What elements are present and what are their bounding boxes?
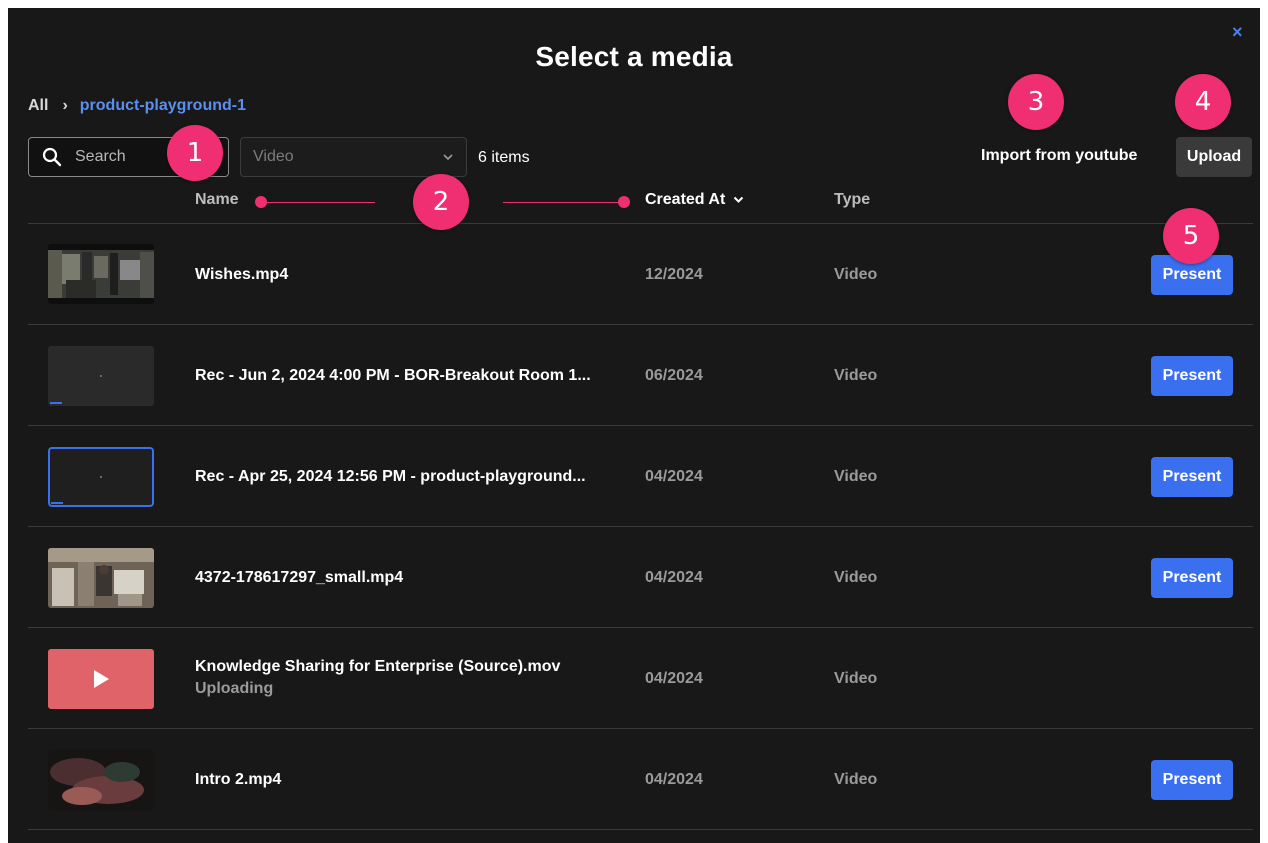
type-filter-select[interactable]: Video [240,137,467,177]
select-media-modal: × Select a media All › product-playgroun… [8,8,1260,843]
media-created-date: 04/2024 [645,468,703,485]
thumbnail [48,548,154,608]
thumbnail [48,447,154,507]
present-button[interactable]: Present [1151,457,1233,497]
search-icon [41,146,63,168]
media-name: Wishes.mp4 [195,266,289,283]
upload-status: Uploading [195,680,274,697]
media-name: Knowledge Sharing for Enterprise (Source… [195,658,561,675]
chevron-right-icon: › [62,97,68,114]
media-created-date: 04/2024 [645,771,703,788]
media-created-date: 04/2024 [645,670,703,687]
modal-title: Select a media [535,41,733,72]
table-row[interactable]: Intro 2.mp4 04/2024 Video Present [28,729,1253,830]
table-row[interactable]: Wishes.mp4 12/2024 Video Present [28,224,1253,325]
breadcrumb-root[interactable]: All [28,97,48,115]
present-button[interactable]: Present [1151,356,1233,396]
media-type: Video [834,468,878,485]
import-from-youtube-button[interactable]: Import from youtube [981,147,1137,165]
table-row[interactable]: Rec - Jun 2, 2024 4:00 PM - BOR-Breakout… [28,325,1253,426]
thumbnail [48,750,154,810]
media-type: Video [834,569,878,586]
media-name: 4372-178617297_small.mp4 [195,569,404,586]
annotation-marker-3: 3 [1008,74,1064,130]
thumbnail [48,244,154,304]
media-type: Video [834,367,878,384]
breadcrumb-current[interactable]: product-playground-1 [80,97,246,115]
media-created-date: 04/2024 [645,569,703,586]
thumbnail [48,649,154,709]
media-type: Video [834,266,878,283]
media-created-date: 06/2024 [645,367,703,384]
present-button[interactable]: Present [1151,760,1233,800]
table-row[interactable]: Knowledge Sharing for Enterprise (Source… [28,628,1253,729]
chevron-down-icon [442,151,454,163]
annotation-marker-4: 4 [1175,74,1231,130]
column-header-created-at[interactable]: Created At [645,191,745,209]
column-header-name[interactable]: Name [195,191,239,209]
media-name: Rec - Apr 25, 2024 12:56 PM - product-pl… [195,468,586,485]
table-row[interactable]: Rec - Apr 25, 2024 12:56 PM - product-pl… [28,426,1253,527]
item-count: 6 items [478,149,530,166]
media-name: Intro 2.mp4 [195,771,282,788]
annotation-marker-2: 2 [413,174,469,230]
media-type: Video [834,771,878,788]
table-row[interactable]: 4372-178617297_small.mp4 04/2024 Video P… [28,527,1253,628]
upload-button[interactable]: Upload [1176,137,1252,177]
media-created-date: 12/2024 [645,266,703,283]
media-type: Video [834,670,878,687]
close-icon[interactable]: × [1232,22,1243,42]
play-icon [94,670,109,688]
thumbnail [48,346,154,406]
annotation-dot [618,196,630,208]
column-header-created-label: Created At [645,191,726,208]
breadcrumb: All › product-playground-1 [28,97,246,115]
filter-selected-value: Video [253,148,294,165]
column-header-type[interactable]: Type [834,191,870,209]
annotation-marker-1: 1 [167,125,223,181]
annotation-marker-5: 5 [1163,208,1219,264]
sort-chevron-down-icon [733,194,745,206]
annotation-connector [263,202,375,203]
media-name: Rec - Jun 2, 2024 4:00 PM - BOR-Breakout… [195,367,591,384]
present-button[interactable]: Present [1151,558,1233,598]
annotation-connector [503,202,621,203]
